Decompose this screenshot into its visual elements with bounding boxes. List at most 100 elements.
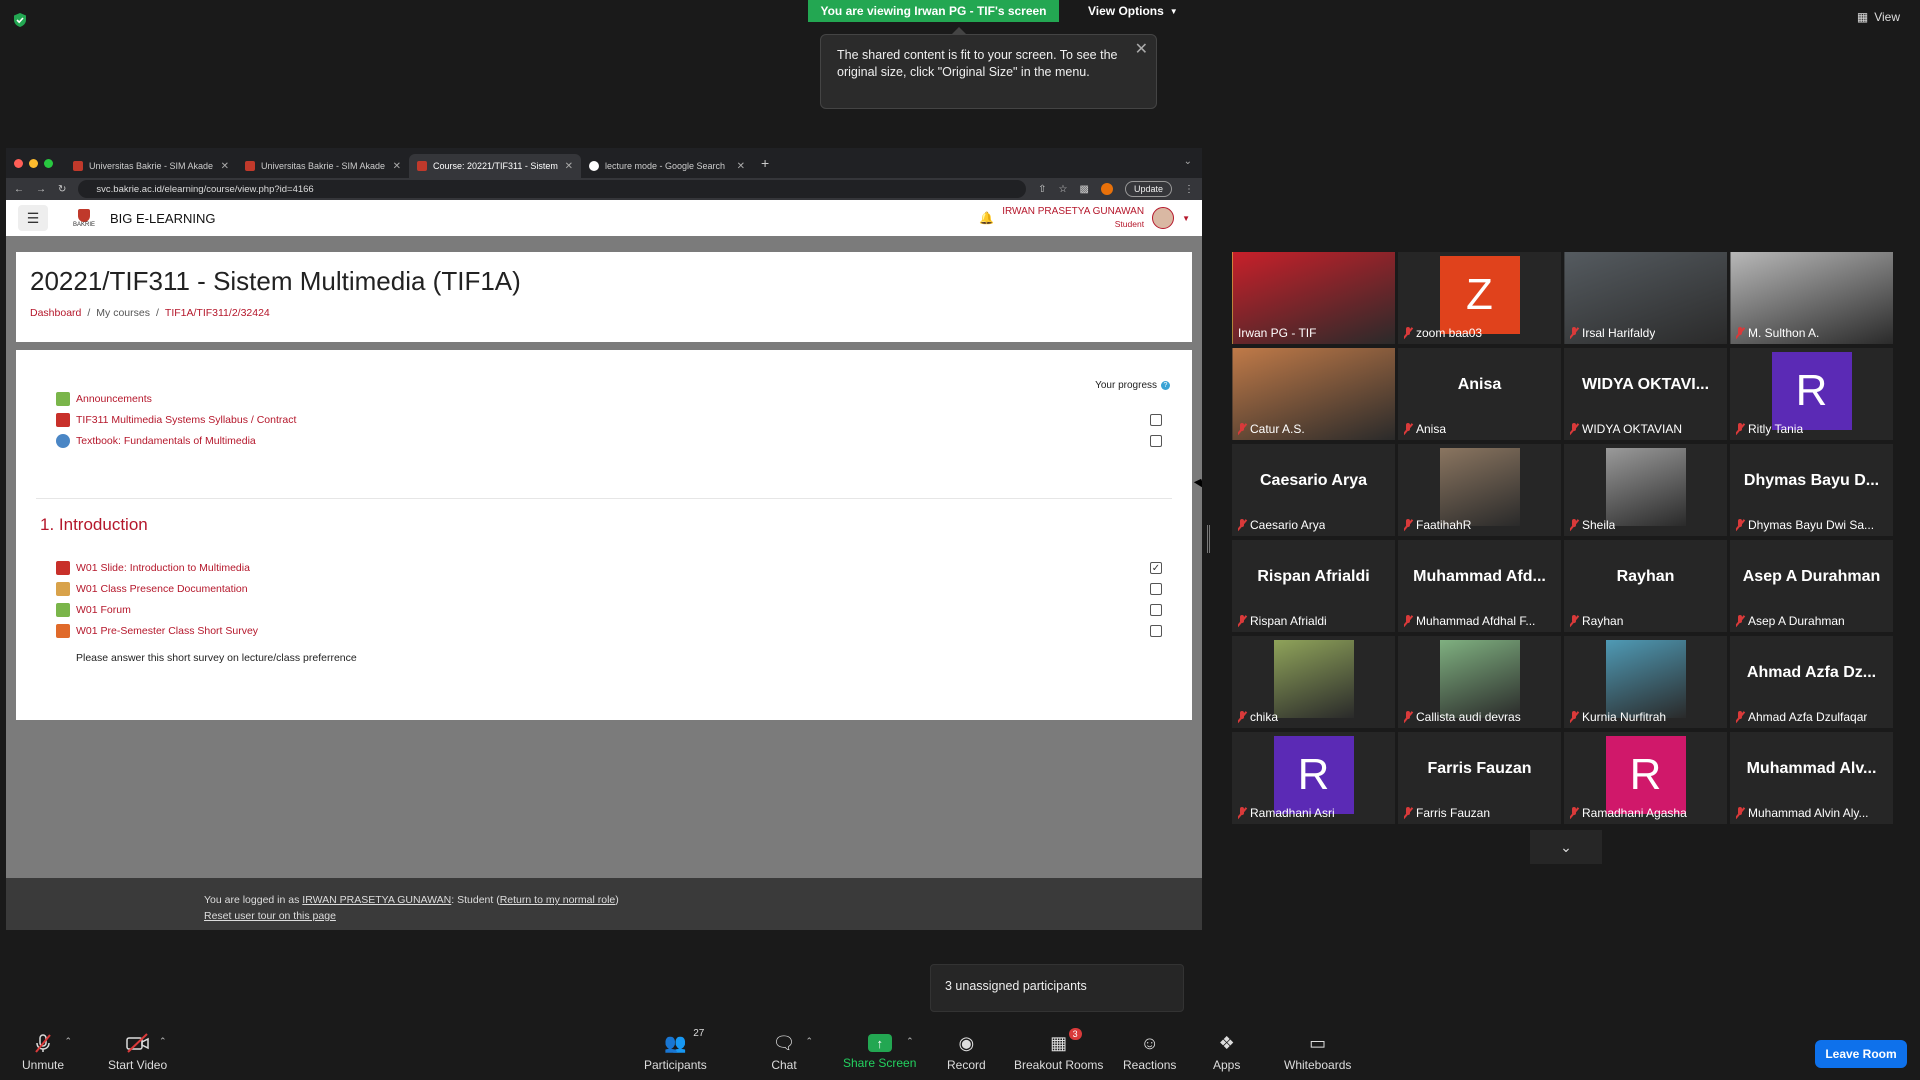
participant-name: chika — [1250, 710, 1279, 724]
breadcrumb-my-courses[interactable]: My courses — [96, 307, 150, 319]
participant-tile[interactable]: Sheila — [1564, 444, 1727, 536]
browser-tab[interactable]: Universitas Bakrie - SIM Akade ✕ — [65, 154, 237, 178]
site-name[interactable]: BIG E-LEARNING — [110, 211, 215, 226]
completion-checkbox[interactable] — [1150, 414, 1162, 426]
caret-up-icon[interactable]: ⌃ — [64, 1036, 72, 1047]
completion-checkbox[interactable] — [1150, 435, 1162, 447]
participant-tile[interactable]: R Ramadhani Asri — [1232, 732, 1395, 824]
browser-tab-active[interactable]: Course: 20221/TIF311 - Sistem ✕ — [409, 154, 581, 178]
participant-tile[interactable]: M. Sulthon A. — [1730, 252, 1893, 344]
forward-icon[interactable]: → — [36, 184, 46, 195]
breakout-rooms-button[interactable]: ▦ 3 Breakout Rooms — [1014, 1028, 1103, 1072]
activity-w01-slide[interactable]: W01 Slide: Introduction to Multimedia — [56, 557, 250, 579]
help-icon[interactable]: ? — [1161, 381, 1170, 390]
participant-tile[interactable]: Callista audi devras — [1398, 636, 1561, 728]
start-video-button[interactable]: ⌃ Start Video — [108, 1032, 167, 1072]
participant-tile[interactable]: Muhammad Afd... Muhammad Afdhal F... — [1398, 540, 1561, 632]
back-icon[interactable]: ← — [14, 184, 24, 195]
close-tab-icon[interactable]: ✕ — [565, 161, 573, 172]
participants-button[interactable]: 👥 27 Participants — [644, 1028, 707, 1072]
maximize-window-icon[interactable] — [44, 158, 53, 168]
participant-tile[interactable]: Catur A.S. — [1232, 348, 1395, 440]
participant-tile[interactable]: Rayhan Rayhan — [1564, 540, 1727, 632]
participant-tile[interactable]: Kurnia Nurfitrah — [1564, 636, 1727, 728]
caret-up-icon[interactable]: ⌃ — [805, 1036, 813, 1047]
reset-tour-link[interactable]: Reset user tour on this page — [204, 908, 1202, 924]
return-role-link[interactable]: Return to my normal role — [500, 894, 616, 906]
view-layout-button[interactable]: ▦ View — [1857, 10, 1900, 24]
avatar[interactable] — [1152, 207, 1175, 229]
participant-tile[interactable]: Zzoom baa03 — [1398, 252, 1561, 344]
completion-checkbox[interactable] — [1150, 583, 1162, 595]
participant-display-name: Rayhan — [1616, 568, 1675, 585]
participant-tile[interactable]: FaatihahR — [1398, 444, 1561, 536]
participant-tile[interactable]: WIDYA OKTAVI... WIDYA OKTAVIAN — [1564, 348, 1727, 440]
tab-search-chevron-icon[interactable]: ⌄ — [1184, 156, 1192, 167]
bookmark-star-icon[interactable]: ☆ — [1059, 184, 1068, 195]
participant-tile[interactable]: Ahmad Azfa Dz... Ahmad Azfa Dzulfaqar — [1730, 636, 1893, 728]
more-menu-icon[interactable]: ⋮ — [1184, 184, 1194, 195]
close-tab-icon[interactable]: ✕ — [737, 161, 745, 172]
chat-button[interactable]: 🗨 ⌃ Chat — [771, 1032, 813, 1073]
participant-name: Ramadhani Asri — [1250, 806, 1335, 820]
participant-tile[interactable]: Rispan Afrialdi Rispan Afrialdi — [1232, 540, 1395, 632]
activity-w01-forum[interactable]: W01 Forum — [56, 599, 131, 621]
share-icon[interactable]: ⇧ — [1038, 184, 1046, 195]
participant-tile[interactable]: Irwan PG - TIF — [1232, 252, 1395, 344]
chevron-down-icon[interactable]: ▼ — [1182, 214, 1190, 223]
close-window-icon[interactable] — [14, 158, 23, 168]
activity-syllabus[interactable]: TIF311 Multimedia Systems Syllabus / Con… — [56, 409, 296, 431]
hamburger-menu-icon[interactable]: ☰ — [18, 205, 48, 231]
caret-up-icon[interactable]: ⌃ — [906, 1036, 914, 1047]
reactions-button[interactable]: ☺ Reactions — [1123, 1032, 1176, 1073]
activity-announcements[interactable]: Announcements — [56, 388, 152, 410]
activity-w01-presence[interactable]: W01 Class Presence Documentation — [56, 578, 248, 600]
apps-button[interactable]: ❖ Apps — [1213, 1032, 1240, 1073]
record-button[interactable]: ◉ Record — [947, 1032, 986, 1073]
caret-up-icon[interactable]: ⌃ — [159, 1036, 167, 1047]
minimize-window-icon[interactable] — [29, 158, 38, 168]
new-tab-icon[interactable]: + — [761, 155, 769, 171]
participant-tile[interactable]: R Ramadhani Agasha — [1564, 732, 1727, 824]
whiteboards-button[interactable]: ▭ Whiteboards — [1284, 1032, 1351, 1073]
security-shield-icon[interactable] — [12, 12, 28, 28]
participant-tile[interactable]: Irsal Harifaldy — [1564, 252, 1727, 344]
participant-tile[interactable]: Dhymas Bayu D... Dhymas Bayu Dwi Sa... — [1730, 444, 1893, 536]
sidebar-icon[interactable]: ▩ — [1080, 184, 1089, 195]
participant-tile[interactable]: chika — [1232, 636, 1395, 728]
unmute-button[interactable]: ⌃ Unmute — [22, 1032, 72, 1072]
completion-checkbox[interactable] — [1150, 625, 1162, 637]
chevron-down-icon[interactable]: ⌄ — [1530, 830, 1602, 864]
close-icon[interactable]: ✕ — [1135, 41, 1148, 58]
completion-checkbox[interactable] — [1150, 604, 1162, 616]
user-menu[interactable]: 🔔 IRWAN PRASETYA GUNAWAN Student ▼ — [979, 206, 1190, 230]
university-logo[interactable]: BAKRIE — [66, 205, 102, 231]
leave-room-button[interactable]: Leave Room — [1815, 1040, 1907, 1068]
browser-tab[interactable]: lecture mode - Google Search ✕ — [581, 154, 753, 178]
completion-checkbox-checked[interactable]: ✓ — [1150, 562, 1162, 574]
close-tab-icon[interactable]: ✕ — [393, 161, 401, 172]
logged-in-user-link[interactable]: IRWAN PRASETYA GUNAWAN — [302, 894, 451, 906]
participant-tile[interactable]: R Ritly Tania — [1730, 348, 1893, 440]
update-button[interactable]: Update — [1124, 181, 1172, 197]
participant-tile[interactable]: Anisa Anisa — [1398, 348, 1561, 440]
activity-w01-survey[interactable]: W01 Pre-Semester Class Short Survey — [56, 620, 258, 642]
breadcrumb-course[interactable]: TIF1A/TIF311/2/32424 — [165, 307, 270, 319]
activity-textbook[interactable]: Textbook: Fundamentals of Multimedia — [56, 430, 256, 452]
browser-tab[interactable]: Universitas Bakrie - SIM Akade ✕ — [237, 154, 409, 178]
unassigned-participants-toast[interactable]: 3 unassigned participants — [930, 964, 1184, 1012]
participant-tile[interactable]: Asep A Durahman Asep A Durahman — [1730, 540, 1893, 632]
profile-icon[interactable] — [1100, 183, 1113, 195]
notification-bell-icon[interactable]: 🔔 — [979, 211, 994, 225]
close-tab-icon[interactable]: ✕ — [221, 161, 229, 172]
resize-handle[interactable] — [1207, 525, 1210, 553]
address-bar[interactable]: svc.bakrie.ac.id/elearning/course/view.p… — [78, 180, 1027, 198]
reload-icon[interactable]: ↻ — [58, 184, 66, 195]
section-title[interactable]: 1. Introduction — [40, 515, 148, 535]
participant-tile[interactable]: Farris Fauzan Farris Fauzan — [1398, 732, 1561, 824]
share-screen-button[interactable]: ↑ ⌃ Share Screen — [843, 1032, 916, 1070]
participant-tile[interactable]: Caesario Arya Caesario Arya — [1232, 444, 1395, 536]
breadcrumb-dashboard[interactable]: Dashboard — [30, 307, 81, 319]
participant-tile[interactable]: Muhammad Alv... Muhammad Alvin Aly... — [1730, 732, 1893, 824]
view-options-menu[interactable]: View Options ▼ — [1078, 0, 1188, 22]
